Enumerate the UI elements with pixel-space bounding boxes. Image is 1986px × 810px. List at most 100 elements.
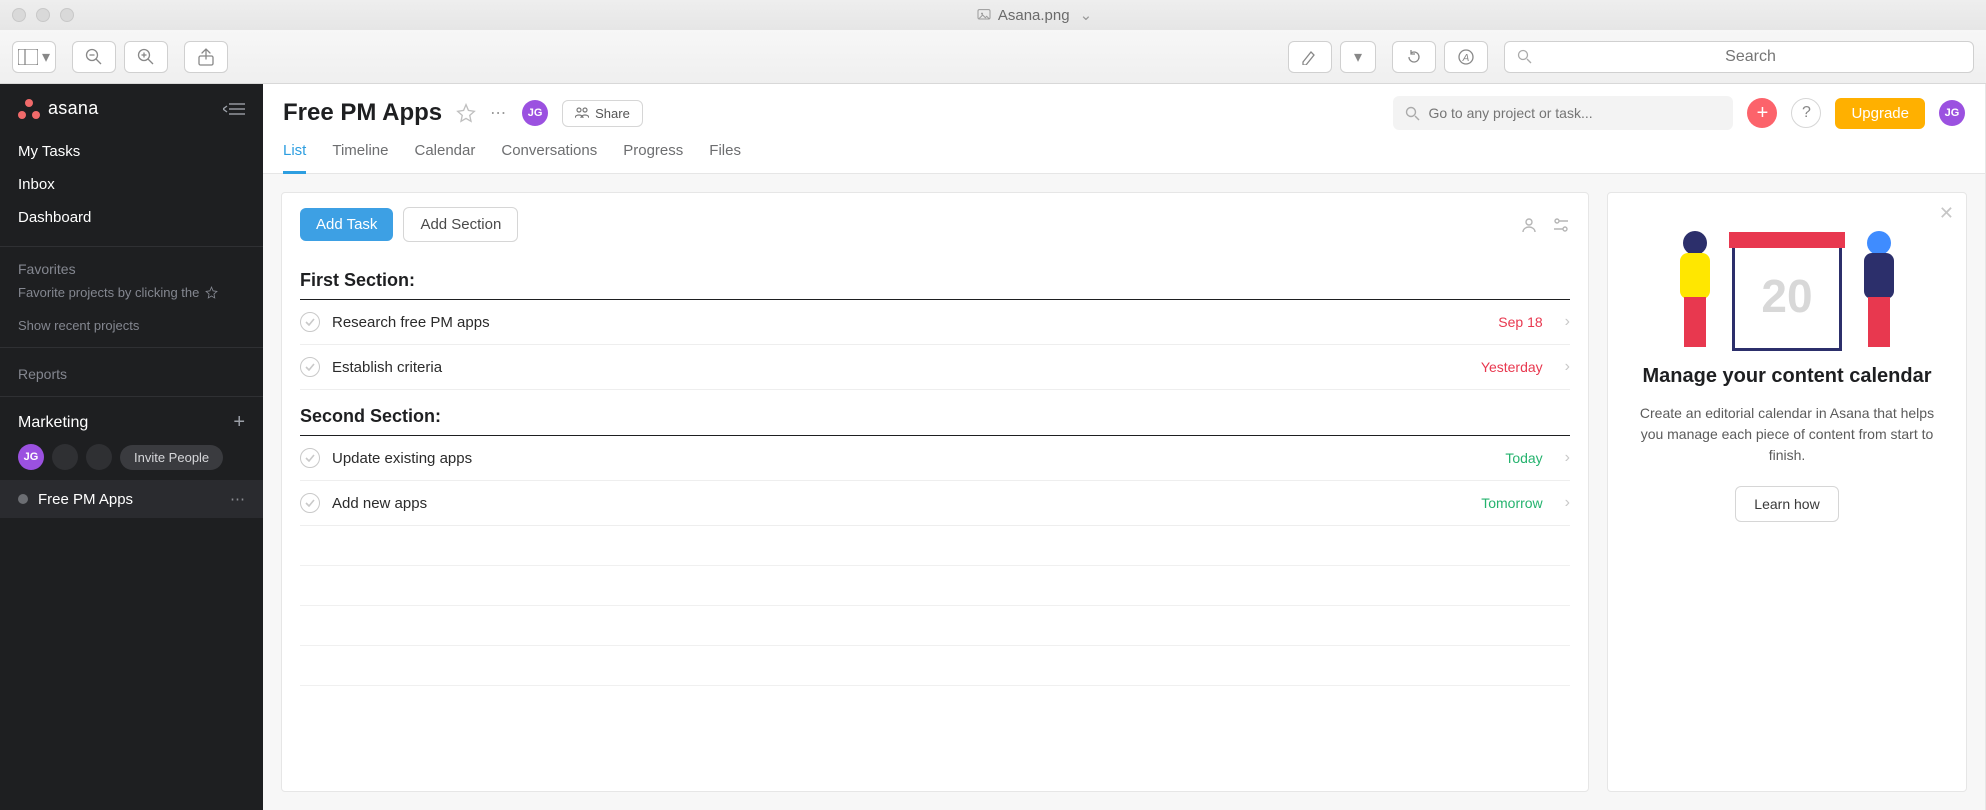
close-promo-icon[interactable]: ✕: [1939, 203, 1954, 224]
complete-task-icon[interactable]: [300, 357, 320, 377]
favorites-heading: Favorites: [0, 251, 263, 281]
search-icon: [1517, 49, 1532, 64]
team-members: JG Invite People: [0, 444, 263, 480]
project-title: Free PM Apps: [283, 99, 442, 127]
sidebar-toggle-button[interactable]: ▾: [12, 41, 56, 73]
toolbar-search-input[interactable]: [1540, 48, 1961, 66]
filter-settings-icon[interactable]: [1552, 216, 1570, 234]
task-row[interactable]: Add new apps Tomorrow ›: [300, 481, 1570, 526]
rotate-button[interactable]: [1392, 41, 1436, 73]
upgrade-button[interactable]: Upgrade: [1835, 98, 1925, 129]
sidebar-project-item[interactable]: Free PM Apps ⋯: [0, 480, 263, 518]
favorites-hint: Favorite projects by clicking the: [0, 281, 263, 312]
task-row[interactable]: Update existing apps Today ›: [300, 436, 1570, 481]
chevron-right-icon[interactable]: ›: [1565, 449, 1570, 467]
task-name: Research free PM apps: [332, 314, 1486, 331]
project-header: Free PM Apps ⋯ JG Share + ? Upgrade JG: [263, 84, 1985, 130]
project-member-avatar[interactable]: JG: [522, 100, 548, 126]
team-name: Marketing: [18, 414, 88, 432]
favorite-star-icon[interactable]: [456, 103, 476, 123]
window-filename: Asana.png: [998, 7, 1070, 24]
invite-people-button[interactable]: Invite People: [120, 445, 223, 470]
window-titlebar: Asana.png ⌄: [0, 0, 1986, 30]
brand-name: asana: [48, 98, 99, 119]
help-button[interactable]: ?: [1791, 98, 1821, 128]
tab-files[interactable]: Files: [709, 142, 741, 173]
zoom-out-button[interactable]: [72, 41, 116, 73]
task-name: Establish criteria: [332, 359, 1469, 376]
sidebar-item-inbox[interactable]: Inbox: [0, 168, 263, 201]
global-search[interactable]: [1393, 96, 1733, 130]
assignee-filter-icon[interactable]: [1520, 216, 1538, 234]
markup-button[interactable]: [1288, 41, 1332, 73]
section-title[interactable]: First Section:: [300, 260, 1570, 300]
sidebar: asana My Tasks Inbox Dashboard Favorites…: [0, 84, 263, 810]
image-file-icon: [976, 7, 992, 23]
task-due-date: Today: [1505, 450, 1542, 466]
share-button[interactable]: [184, 41, 228, 73]
tab-conversations[interactable]: Conversations: [501, 142, 597, 173]
asana-logo[interactable]: asana: [18, 98, 99, 119]
promo-panel: ✕ 20 Manage your content calendar Create…: [1607, 192, 1967, 792]
share-project-button[interactable]: Share: [562, 100, 643, 127]
sidebar-item-dashboard[interactable]: Dashboard: [0, 201, 263, 234]
task-row[interactable]: Research free PM apps Sep 18 ›: [300, 300, 1570, 345]
sidebar-item-my-tasks[interactable]: My Tasks: [0, 135, 263, 168]
close-window-icon[interactable]: [12, 8, 26, 22]
team-header[interactable]: Marketing +: [0, 396, 263, 444]
show-recent-projects-link[interactable]: Show recent projects: [0, 312, 263, 343]
empty-avatar: [52, 444, 78, 470]
window-title: Asana.png ⌄: [976, 6, 1092, 24]
empty-avatar: [86, 444, 112, 470]
add-team-icon[interactable]: +: [233, 411, 245, 434]
task-name: Add new apps: [332, 495, 1469, 512]
promo-cta-button[interactable]: Learn how: [1735, 486, 1838, 522]
tab-list[interactable]: List: [283, 142, 306, 174]
asana-logo-icon: [18, 99, 40, 119]
complete-task-icon[interactable]: [300, 448, 320, 468]
reports-heading: Reports: [0, 352, 263, 386]
chevron-down-icon[interactable]: ⌄: [1080, 6, 1093, 24]
member-avatar[interactable]: JG: [18, 444, 44, 470]
complete-task-icon[interactable]: [300, 493, 320, 513]
project-tabs: List Timeline Calendar Conversations Progres…: [263, 130, 1985, 174]
promo-body: Create an editorial calendar in Asana th…: [1626, 403, 1948, 466]
collapse-sidebar-icon[interactable]: [223, 102, 245, 116]
add-section-button[interactable]: Add Section: [403, 207, 518, 242]
tab-calendar[interactable]: Calendar: [414, 142, 475, 173]
search-icon: [1405, 106, 1420, 121]
user-avatar[interactable]: JG: [1939, 100, 1965, 126]
project-actions-icon[interactable]: ⋯: [490, 103, 508, 123]
task-name: Update existing apps: [332, 450, 1493, 467]
quick-add-button[interactable]: +: [1747, 98, 1777, 128]
complete-task-icon[interactable]: [300, 312, 320, 332]
chevron-right-icon[interactable]: ›: [1565, 494, 1570, 512]
minimize-window-icon[interactable]: [36, 8, 50, 22]
section-title[interactable]: Second Section:: [300, 396, 1570, 436]
info-button[interactable]: A: [1444, 41, 1488, 73]
task-due-date: Yesterday: [1481, 359, 1543, 375]
task-panel: Add Task Add Section First Section:Resea…: [281, 192, 1589, 792]
people-icon: [575, 107, 589, 119]
markup-dropdown-button[interactable]: ▾: [1340, 41, 1376, 73]
task-due-date: Sep 18: [1498, 314, 1542, 330]
promo-illustration: 20: [1626, 211, 1948, 351]
project-color-dot: [18, 494, 28, 504]
task-row[interactable]: Establish criteria Yesterday ›: [300, 345, 1570, 390]
zoom-in-button[interactable]: [124, 41, 168, 73]
chevron-right-icon[interactable]: ›: [1565, 358, 1570, 376]
tab-timeline[interactable]: Timeline: [332, 142, 388, 173]
project-name: Free PM Apps: [38, 491, 133, 508]
task-due-date: Tomorrow: [1481, 495, 1542, 511]
global-search-input[interactable]: [1428, 105, 1721, 121]
promo-title: Manage your content calendar: [1626, 363, 1948, 389]
toolbar-search[interactable]: [1504, 41, 1974, 73]
tab-progress[interactable]: Progress: [623, 142, 683, 173]
project-menu-icon[interactable]: ⋯: [230, 490, 245, 508]
calendar-number: 20: [1761, 269, 1812, 323]
maximize-window-icon[interactable]: [60, 8, 74, 22]
chevron-right-icon[interactable]: ›: [1565, 313, 1570, 331]
traffic-lights: [12, 8, 74, 22]
svg-text:A: A: [1462, 53, 1470, 64]
add-task-button[interactable]: Add Task: [300, 208, 393, 241]
